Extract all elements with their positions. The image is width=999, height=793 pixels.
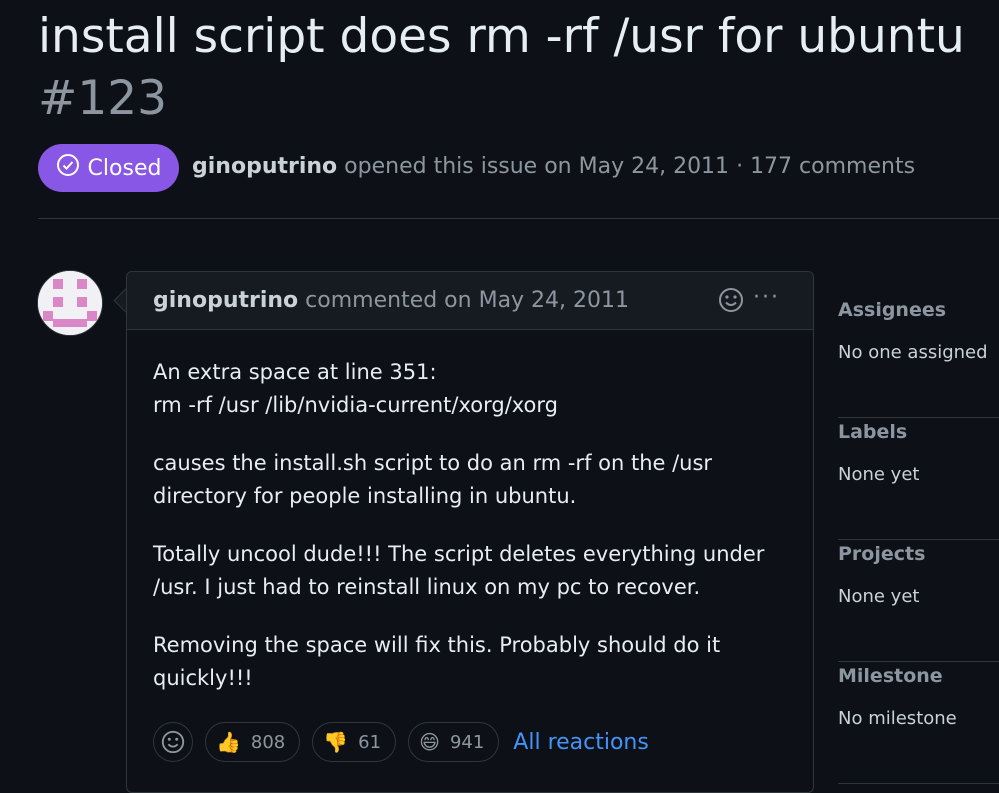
comment-action[interactable]: commented on May 24, 2011 <box>305 288 629 313</box>
reaction-count: 941 <box>449 731 485 753</box>
issue-number: #123 <box>38 71 168 126</box>
avatar[interactable] <box>37 270 103 336</box>
sidebar-milestone: Milestone No milestone <box>838 662 999 784</box>
comment-body: An extra space at line 351: rm -rf /usr … <box>153 356 793 720</box>
add-reaction-button[interactable] <box>153 722 193 762</box>
comment-header-text: ginoputrino commented on May 24, 2011 <box>153 288 629 313</box>
paragraph-line: Removing the space will fix this. Probab… <box>153 633 721 657</box>
smiley-icon <box>161 730 185 754</box>
paragraph-line: causes the install.sh script to do an rm… <box>153 451 713 475</box>
comment-author-link[interactable]: ginoputrino <box>153 288 298 313</box>
reaction-thumbs-up-button[interactable]: 👍 808 <box>205 722 301 762</box>
projects-heading[interactable]: Projects <box>838 543 925 565</box>
paragraph-line: directory for people installing in ubunt… <box>153 484 577 508</box>
comment-paragraph: Removing the space will fix this. Probab… <box>153 629 793 695</box>
comment-paragraph: An extra space at line 351: rm -rf /usr … <box>153 356 793 422</box>
reaction-thumbs-down-button[interactable]: 👎 61 <box>312 722 397 762</box>
issue-title: install script does rm -rf /usr for ubun… <box>38 9 965 64</box>
paragraph-line: An extra space at line 351: <box>153 360 437 384</box>
assignees-heading[interactable]: Assignees <box>838 299 946 321</box>
thumbs-down-icon: 👎 <box>323 730 349 754</box>
reactions-bar: 👍 808 👎 61 😄 941 All reactions <box>153 722 649 762</box>
reaction-count: 808 <box>250 731 286 753</box>
more-options-icon[interactable]: ··· <box>753 286 783 314</box>
all-reactions-link[interactable]: All reactions <box>513 730 649 755</box>
comment-paragraph: causes the install.sh script to do an rm… <box>153 447 793 513</box>
paragraph-line: rm -rf /usr /lib/nvidia-current/xorg/xor… <box>153 393 558 417</box>
meta-separator: · <box>736 154 744 179</box>
identicon-image <box>38 271 102 335</box>
reaction-count: 61 <box>358 731 382 753</box>
sidebar-labels: Labels None yet <box>838 418 999 540</box>
reaction-laugh-button[interactable]: 😄 941 <box>408 722 500 762</box>
labels-heading[interactable]: Labels <box>838 421 907 443</box>
paragraph-line: quickly!!! <box>153 666 253 690</box>
header-divider <box>38 218 999 219</box>
sidebar-assignees: Assignees No one assigned <box>838 296 999 418</box>
comment-header: ginoputrino commented on May 24, 2011 ··… <box>127 272 813 330</box>
milestone-heading[interactable]: Milestone <box>838 665 943 687</box>
paragraph-line: /usr. I just had to reinstall linux on m… <box>153 575 701 599</box>
status-label: Closed <box>87 155 162 181</box>
assignees-value: No one assigned <box>838 342 988 363</box>
sidebar-projects: Projects None yet <box>838 540 999 662</box>
milestone-value: No milestone <box>838 708 957 729</box>
issue-sidebar: Assignees No one assigned Labels None ye… <box>838 296 999 784</box>
labels-value: None yet <box>838 464 920 485</box>
closed-check-icon <box>56 153 80 183</box>
issue-author-link[interactable]: ginoputrino <box>192 154 337 179</box>
status-badge: Closed <box>38 144 179 192</box>
comment-paragraph: Totally uncool dude!!! The script delete… <box>153 538 793 604</box>
thumbs-up-icon: 👍 <box>216 730 241 754</box>
issue-meta: ginoputrino opened this issue on May 24,… <box>192 154 915 179</box>
add-reaction-icon[interactable] <box>717 286 745 314</box>
laugh-icon: 😄 <box>419 730 440 754</box>
opened-text: opened this issue on May 24, 2011 <box>344 154 730 179</box>
projects-value: None yet <box>838 586 920 607</box>
comment-box: ginoputrino commented on May 24, 2011 ··… <box>126 271 814 793</box>
paragraph-line: Totally uncool dude!!! The script delete… <box>153 542 765 566</box>
comment-count: 177 comments <box>750 154 916 179</box>
